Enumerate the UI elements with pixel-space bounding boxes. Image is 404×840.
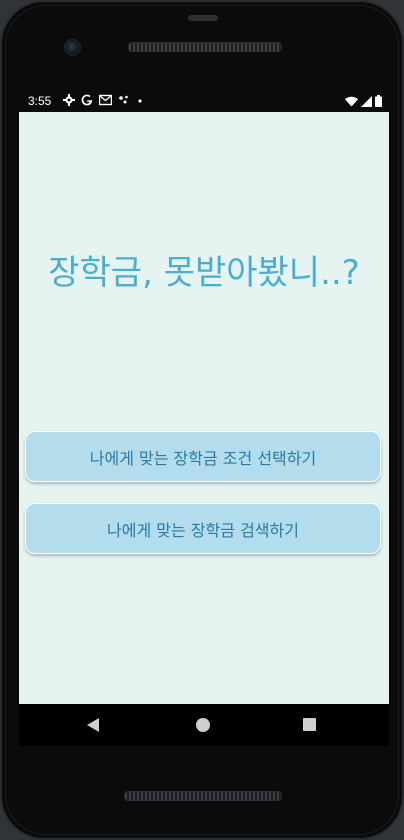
headline-title: 장학금, 못받아봤니..? [48,253,360,293]
status-time: 3:55 [28,94,52,108]
earpiece-speaker [128,42,282,52]
mail-icon [99,94,112,106]
app-screen: 장학금, 못받아봤니..? 나에게 맞는 장학금 조건 선택하기 나에게 맞는 … [19,112,389,704]
home-icon[interactable] [196,718,210,732]
phone-frame: 3:55 장학금, 못받아봤니..? 나에게 맞는 장학금 조건 선택하기 나에… [0,0,404,840]
notification-icons [63,94,144,106]
battery-icon [375,95,382,107]
cast-dots-icon [119,95,128,104]
top-sensor-bar [188,15,218,21]
status-bar: 3:55 [19,91,389,112]
navigation-bar [19,704,389,746]
google-g-icon [81,94,93,106]
front-camera-icon [64,39,81,56]
wifi-icon [345,96,358,106]
gear-icon [63,94,75,106]
back-icon[interactable] [87,718,99,732]
search-scholarship-button[interactable]: 나에게 맞는 장학금 검색하기 [25,503,381,554]
recents-icon[interactable] [303,718,316,731]
select-conditions-button[interactable]: 나에게 맞는 장학금 조건 선택하기 [25,431,381,482]
bottom-speaker [124,791,282,801]
cell-signal-icon [361,95,372,107]
dot-icon [138,99,142,103]
system-status-icons [345,95,382,107]
